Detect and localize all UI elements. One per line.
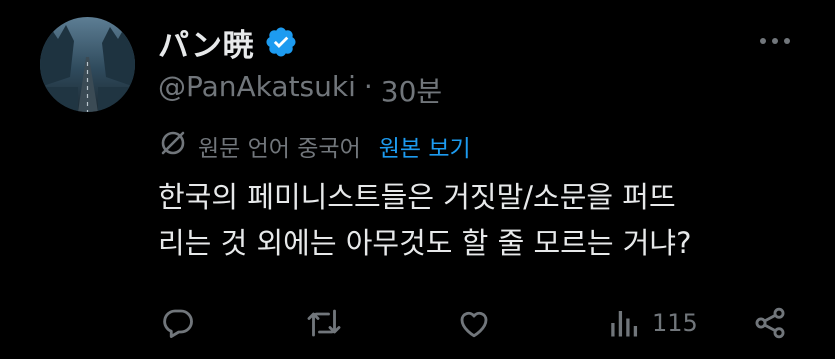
verified-badge-icon[interactable] (264, 25, 298, 59)
like-icon (460, 311, 488, 338)
reply-button[interactable] (160, 298, 196, 348)
more-dot (784, 38, 790, 44)
handle-row: @PanAkatsuki · 30분 (158, 70, 442, 110)
retweet-button[interactable] (306, 298, 342, 348)
view-original-link[interactable]: 원본 보기 (379, 129, 471, 163)
more-dot (772, 38, 778, 44)
action-bar: 115 (0, 298, 835, 348)
translation-row: 원문 언어 중국어 원본 보기 (158, 126, 471, 166)
views-count: 115 (652, 309, 698, 337)
avatar-image (40, 17, 135, 112)
translate-icon (158, 128, 188, 164)
handle[interactable]: @PanAkatsuki (158, 70, 356, 110)
more-dot (760, 38, 766, 44)
display-name[interactable]: パン暁 (158, 20, 254, 65)
share-icon (755, 307, 785, 339)
retweet-icon (307, 309, 341, 337)
like-button[interactable] (456, 298, 492, 348)
separator: · (363, 70, 373, 103)
reply-icon (163, 309, 193, 338)
tweet-text: 한국의 페미니스트들은 거짓말/소문을 퍼뜨 리는 것 외에는 아무것도 할 줄… (158, 180, 692, 260)
timestamp[interactable]: 30분 (381, 70, 442, 110)
share-button[interactable] (752, 298, 788, 348)
more-options-button[interactable] (750, 26, 800, 56)
views-icon (611, 311, 638, 337)
views-button[interactable]: 115 (606, 298, 698, 348)
translation-note: 원문 언어 중국어 (198, 136, 361, 162)
author-name-row: パン暁 (158, 20, 298, 64)
avatar[interactable] (40, 17, 135, 112)
